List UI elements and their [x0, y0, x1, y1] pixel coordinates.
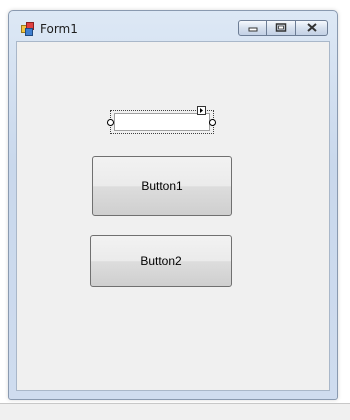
button1-label: Button1 — [141, 179, 183, 193]
button2-label: Button2 — [140, 254, 182, 268]
close-icon — [306, 21, 317, 35]
form-icon — [21, 22, 35, 36]
textbox-selection — [107, 106, 216, 134]
minimize-icon — [248, 21, 258, 35]
button2[interactable]: Button2 — [90, 235, 232, 287]
form-client-area: Button1 Button2 — [16, 41, 330, 391]
resize-handle-right[interactable] — [209, 119, 216, 126]
textbox1[interactable] — [114, 113, 210, 131]
window-title: Form1 — [40, 22, 78, 36]
form-window: Form1 Button1 Button2 — [8, 10, 338, 400]
smart-tag-button[interactable] — [197, 106, 206, 115]
caption-buttons — [238, 20, 328, 36]
close-button[interactable] — [296, 20, 328, 36]
resize-handle-left[interactable] — [107, 119, 114, 126]
button1[interactable]: Button1 — [92, 156, 232, 216]
title-bar[interactable]: Form1 — [9, 11, 337, 41]
maximize-icon — [275, 21, 287, 35]
minimize-button[interactable] — [238, 20, 267, 36]
bottom-strip — [0, 403, 350, 420]
maximize-button[interactable] — [267, 20, 296, 36]
